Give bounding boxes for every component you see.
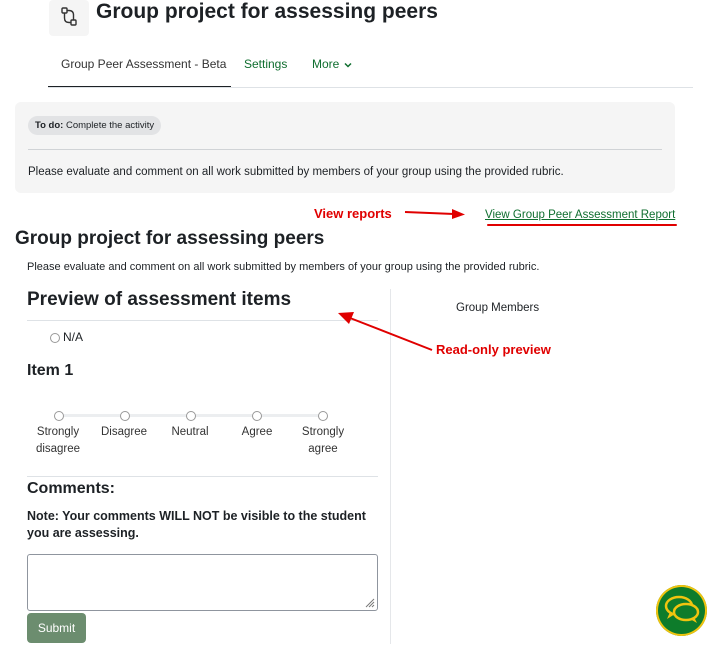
activity-heading: Group project for assessing peers (15, 228, 325, 249)
chat-widget-button[interactable] (656, 585, 707, 636)
annotation-arrow-right-icon (404, 209, 465, 219)
likert-label-line: Agree (241, 426, 273, 438)
activity-icon (49, 0, 89, 36)
likert-label-line: Strongly (301, 426, 345, 438)
comments-heading: Comments: (27, 480, 116, 497)
todo-text: Complete the activity (65, 120, 155, 131)
na-label: N/A (63, 330, 84, 344)
likert-label-disagree: Disagree (94, 424, 154, 441)
likert-radio-strongly-disagree[interactable] (54, 411, 64, 421)
view-report-link[interactable]: View Group Peer Assessment Report (485, 209, 675, 221)
chevron-down-icon (344, 62, 352, 68)
likert-radio-disagree[interactable] (120, 411, 130, 421)
likert-label-line: disagree (35, 443, 81, 455)
page-title: Group project for assessing peers (96, 0, 438, 23)
tab-group-peer-assessment[interactable]: Group Peer Assessment - Beta (61, 57, 226, 71)
likert-label-neutral: Neutral (160, 424, 220, 441)
likert-radio-neutral[interactable] (186, 411, 196, 421)
tab-settings[interactable]: Settings (244, 57, 287, 71)
annotation-read-only-preview: Read-only preview (436, 342, 551, 357)
submit-button[interactable]: Submit (27, 613, 86, 643)
todo-label: To do: (35, 120, 64, 131)
likert-label-strongly-agree: Strongly agree (293, 424, 353, 458)
likert-radio-strongly-agree[interactable] (318, 411, 328, 421)
likert-label-agree: Agree (227, 424, 287, 441)
chat-bubbles-icon (664, 595, 700, 623)
likert-radio-agree[interactable] (252, 411, 262, 421)
likert-label-line: Disagree (100, 426, 148, 438)
tabs-divider (48, 87, 693, 88)
preview-heading: Preview of assessment items (27, 289, 292, 310)
info-divider (28, 149, 662, 150)
likert-label-line: Strongly (36, 426, 80, 438)
resize-grip-icon[interactable] (363, 596, 375, 608)
todo-badge: To do: Complete the activity (28, 116, 162, 135)
group-members-heading: Group Members (456, 302, 540, 314)
item-heading: Item 1 (27, 362, 74, 379)
activity-description: Please evaluate and comment on all work … (27, 261, 540, 273)
activity-intro: Please evaluate and comment on all work … (28, 166, 564, 178)
na-radio[interactable] (50, 333, 60, 343)
likert-label-strongly-disagree: Strongly disagree (28, 424, 88, 458)
likert-label-line: agree (308, 443, 338, 455)
annotation-underline (487, 224, 677, 226)
annotation-arrow-left-icon (338, 312, 433, 351)
tab-more-label: More (312, 57, 340, 71)
tab-more[interactable]: More (312, 57, 352, 71)
annotation-view-reports: View reports (314, 206, 392, 221)
item-divider (27, 476, 378, 477)
preview-divider (27, 320, 378, 321)
likert-label-line: Neutral (171, 426, 209, 438)
comments-note: Note: Your comments WILL NOT be visible … (27, 509, 366, 540)
comments-textarea[interactable] (27, 554, 378, 611)
